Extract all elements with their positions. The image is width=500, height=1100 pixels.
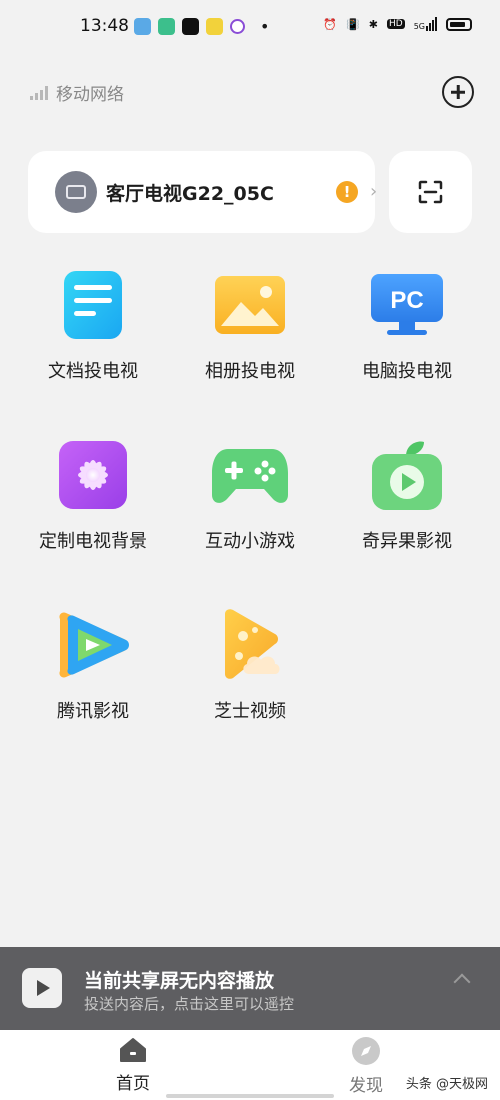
vibrate-icon: 📳: [346, 17, 360, 31]
battery-icon: [446, 17, 472, 31]
tile-custom-background[interactable]: 定制电视背景: [18, 435, 168, 553]
tile-tencent-video[interactable]: 腾讯影视: [18, 605, 168, 723]
home-indicator[interactable]: [166, 1094, 334, 1098]
status-bar: 13:48 • ⏰ 📳 ✱ HD 5G: [0, 0, 500, 56]
play-icon: [22, 968, 62, 1008]
status-indicators: ⏰ 📳 ✱ HD 5G: [323, 17, 472, 31]
security-app-icon: [158, 18, 175, 35]
photo-album-icon: [210, 265, 290, 345]
tile-label: 芝士视频: [214, 701, 286, 722]
tv-icon: [55, 171, 97, 213]
signal-icon: [30, 85, 48, 100]
gamepad-icon: [210, 435, 290, 515]
tab-label: 发现: [349, 1076, 383, 1096]
alarm-icon: ⏰: [323, 17, 338, 31]
pc-icon: PC: [367, 265, 447, 345]
tile-album-cast[interactable]: 相册投电视: [175, 265, 325, 383]
5g-signal-icon: 5G: [414, 17, 437, 31]
browser-app-icon: [230, 19, 245, 34]
network-name: 移动网络: [56, 85, 124, 105]
compass-icon: [352, 1037, 380, 1065]
notification-icons: •: [134, 17, 269, 36]
document-icon: [53, 265, 133, 345]
tile-label: 腾讯影视: [57, 701, 129, 722]
tile-label: 电脑投电视: [362, 361, 452, 382]
tile-label: 文档投电视: [48, 361, 138, 382]
tab-home[interactable]: 首页: [93, 1037, 173, 1094]
tile-label: 定制电视背景: [39, 531, 147, 552]
watermark: 头条 @天极网: [405, 1077, 488, 1092]
tile-pc-cast[interactable]: PC 电脑投电视: [332, 265, 482, 383]
tab-discover[interactable]: 发现: [326, 1037, 406, 1096]
tile-label: 奇异果影视: [362, 531, 452, 552]
now-playing-title: 当前共享屏无内容播放: [84, 970, 275, 992]
tencent-video-icon: [53, 605, 133, 685]
tiktok-app-icon: [182, 18, 199, 35]
now-playing-subtitle: 投送内容后，点击这里可以遥控: [84, 995, 295, 1013]
kiwi-tv-icon: [367, 435, 447, 515]
flower-icon: [53, 435, 133, 515]
cheese-video-icon: [210, 605, 290, 685]
tile-document-cast[interactable]: 文档投电视: [18, 265, 168, 383]
tile-label: 相册投电视: [205, 361, 295, 382]
chevron-right-icon: ›: [370, 181, 378, 202]
tile-kiwi-tv[interactable]: 奇异果影视: [332, 435, 482, 553]
tile-mini-games[interactable]: 互动小游戏: [175, 435, 325, 553]
bluetooth-icon: ✱: [368, 17, 378, 31]
tile-label: 互动小游戏: [205, 531, 295, 552]
network-indicator: 移动网络: [30, 80, 124, 105]
status-time: 13:48: [80, 16, 129, 36]
scan-icon: [418, 180, 443, 204]
tab-label: 首页: [116, 1074, 150, 1094]
warning-icon[interactable]: !: [336, 181, 358, 203]
home-icon: [119, 1037, 147, 1063]
hd-icon: HD: [387, 19, 405, 29]
device-name: 客厅电视G22_05C: [106, 182, 274, 205]
device-card[interactable]: 客厅电视G22_05C ! ›: [28, 151, 378, 233]
add-device-button[interactable]: [442, 76, 474, 108]
more-dot-icon: •: [260, 17, 270, 36]
scan-button[interactable]: [389, 151, 472, 233]
tile-cheese-video[interactable]: 芝士视频: [175, 605, 325, 723]
gallery-app-icon: [134, 18, 151, 35]
news-app-icon: [206, 18, 223, 35]
svg-text:PC: PC: [390, 287, 423, 314]
